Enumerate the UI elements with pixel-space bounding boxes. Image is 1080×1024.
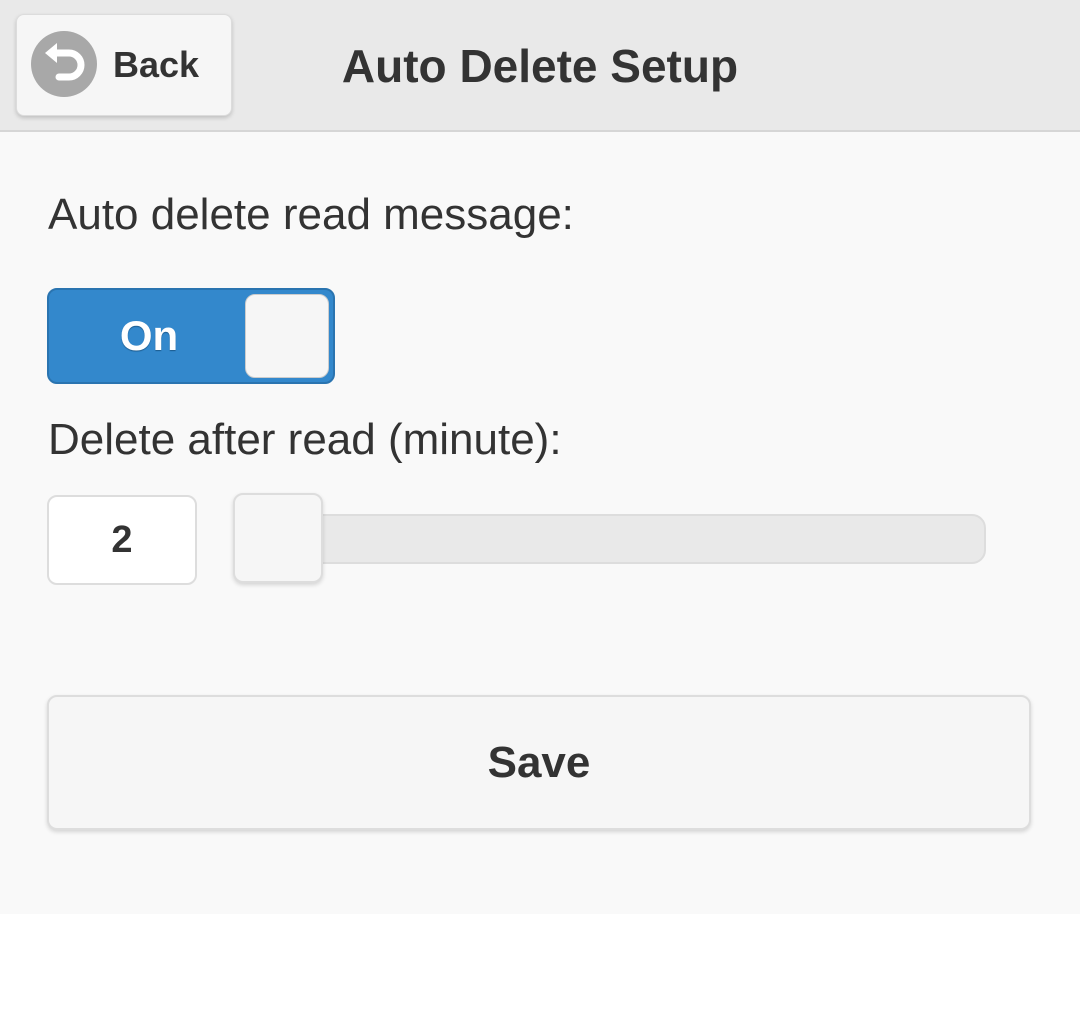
delete-after-slider-track[interactable] [268,514,986,564]
toggle-handle[interactable] [245,294,329,378]
auto-delete-setup-page: Back Auto Delete Setup Auto delete read … [0,0,1080,914]
save-button[interactable]: Save [47,695,1031,830]
page-title: Auto Delete Setup [341,40,739,92]
delete-after-label: Delete after read (minute): [48,415,562,464]
delete-after-minutes-input[interactable] [47,495,197,585]
delete-after-slider-handle[interactable] [233,493,323,583]
auto-delete-label: Auto delete read message: [48,190,574,239]
auto-delete-toggle[interactable]: On [47,288,335,384]
toggle-state-label: On [119,312,179,359]
header-bar: Back Auto Delete Setup [0,0,1080,132]
